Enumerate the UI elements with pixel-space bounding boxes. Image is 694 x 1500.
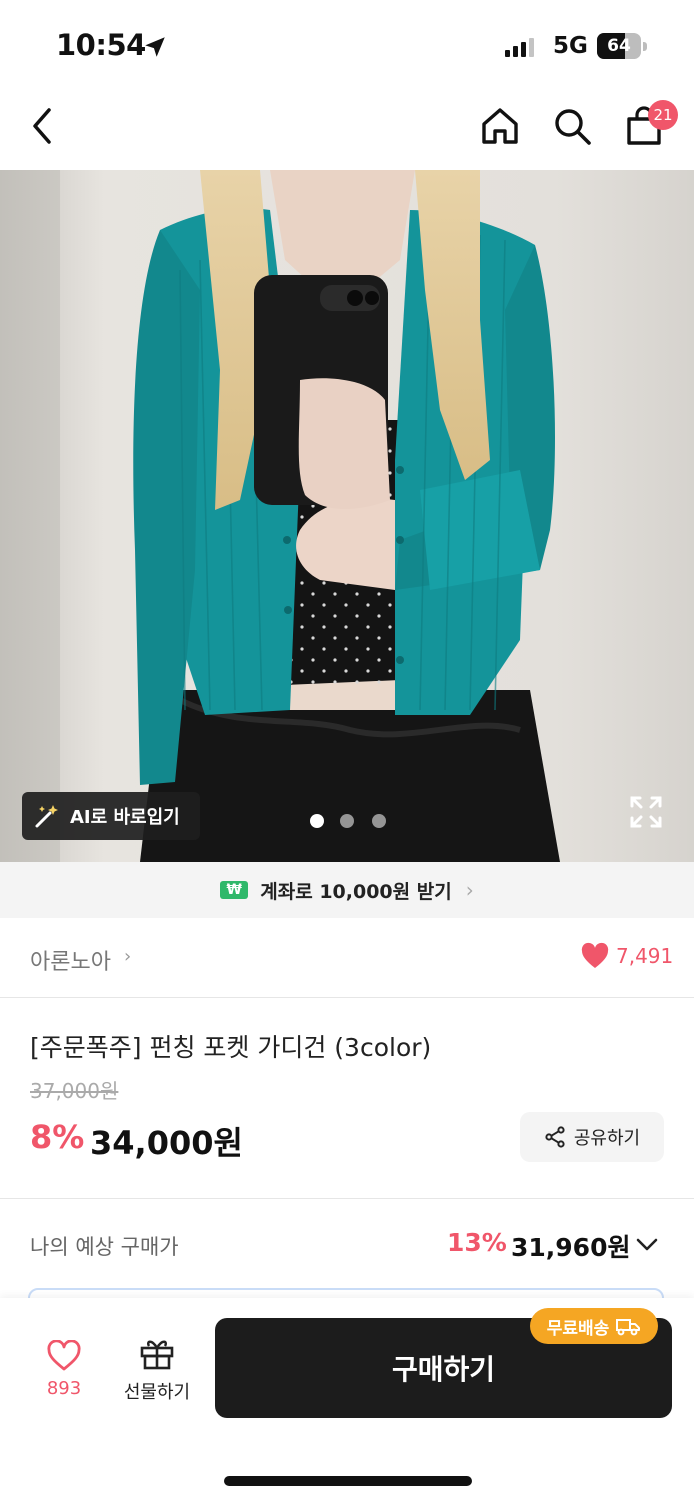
brand-row: 아론노아 › 7,491 bbox=[0, 918, 694, 998]
top-nav bbox=[0, 90, 694, 170]
network-type: 5G bbox=[553, 33, 588, 59]
discount-rate: 8% bbox=[30, 1118, 85, 1156]
original-price: 37,000원 bbox=[30, 1079, 119, 1103]
product-image[interactable] bbox=[0, 170, 694, 862]
search-button[interactable] bbox=[544, 98, 600, 154]
status-time: 10:54 bbox=[56, 28, 146, 62]
product-photo bbox=[0, 170, 694, 862]
magic-wand-icon bbox=[35, 805, 58, 828]
share-button[interactable]: 공유하기 bbox=[520, 1112, 664, 1162]
home-indicator bbox=[224, 1476, 472, 1486]
sale-price: 34,000원 bbox=[90, 1124, 243, 1162]
carousel-dot[interactable] bbox=[310, 814, 324, 828]
home-button[interactable] bbox=[472, 98, 528, 154]
buy-label: 구매하기 bbox=[391, 1353, 496, 1386]
status-bar: 10:54 5G 64 bbox=[0, 0, 694, 90]
wishlist-count: 893 bbox=[46, 1378, 82, 1399]
product-title: [주문폭주] 펀칭 포켓 가디건 (3color) bbox=[30, 1033, 432, 1062]
share-label: 공유하기 bbox=[573, 1128, 641, 1149]
truck-icon bbox=[616, 1319, 641, 1336]
carousel-dot[interactable] bbox=[340, 814, 354, 828]
carousel-indicator bbox=[306, 814, 396, 830]
back-button[interactable] bbox=[14, 98, 70, 154]
gift-label: 선물하기 bbox=[123, 1382, 191, 1403]
heart-filled-icon bbox=[581, 942, 609, 968]
estimated-price-label: 나의 예상 구매가 bbox=[30, 1235, 179, 1259]
share-icon bbox=[545, 1126, 565, 1148]
brand-name[interactable]: 아론노아 bbox=[30, 944, 111, 976]
bank-transfer-text: 계좌로 10,000원 받기 bbox=[260, 880, 452, 903]
chevron-left-icon bbox=[33, 108, 51, 144]
estimated-price: 31,960원 bbox=[511, 1233, 631, 1262]
home-icon bbox=[482, 108, 518, 144]
search-icon bbox=[555, 109, 591, 145]
free-shipping-label: 무료배송 bbox=[546, 1318, 610, 1339]
brand-like-button[interactable]: 7,491 bbox=[580, 942, 673, 970]
free-shipping-badge: 무료배송 bbox=[530, 1308, 658, 1344]
carousel-dot[interactable] bbox=[372, 814, 386, 828]
gift-button[interactable]: 선물하기 bbox=[116, 1336, 198, 1404]
ai-try-on-button[interactable]: AI로 바로입기 bbox=[22, 792, 200, 840]
divider bbox=[0, 1198, 694, 1199]
won-icon: ₩ bbox=[220, 881, 249, 899]
battery-level: 64 bbox=[607, 36, 631, 56]
location-arrow-icon bbox=[145, 37, 165, 57]
chevron-right-icon: › bbox=[465, 878, 474, 902]
bank-transfer-banner[interactable]: ₩ 계좌로 10,000원 받기 › bbox=[0, 862, 694, 918]
brand-like-count: 7,491 bbox=[616, 944, 674, 968]
chevron-right-icon: › bbox=[124, 946, 132, 967]
cart-count-badge: 21 bbox=[648, 100, 678, 130]
ai-try-on-label: AI로 바로입기 bbox=[70, 807, 180, 828]
estimated-discount: 13% bbox=[447, 1228, 507, 1257]
battery-icon: 64 bbox=[597, 33, 647, 59]
gift-icon bbox=[140, 1340, 174, 1370]
signal-icon bbox=[505, 38, 534, 57]
expand-icon[interactable] bbox=[626, 792, 666, 832]
heart-outline-icon bbox=[47, 1339, 81, 1371]
wishlist-button[interactable]: 893 bbox=[30, 1339, 98, 1404]
chevron-down-icon[interactable] bbox=[634, 1232, 660, 1258]
